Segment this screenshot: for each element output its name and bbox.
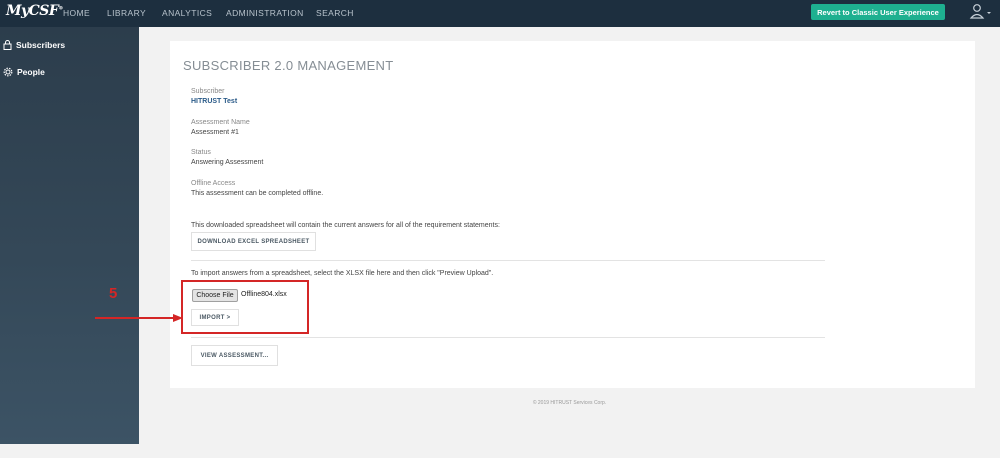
revert-classic-button[interactable]: Revert to Classic User Experience (811, 4, 945, 20)
nav-search[interactable]: SEARCH (316, 8, 354, 18)
annotation-arrow-icon (95, 314, 183, 322)
user-menu[interactable] (969, 3, 993, 21)
download-hint: This downloaded spreadsheet will contain… (191, 222, 500, 229)
sidebar-item-label: People (17, 67, 45, 77)
assessment-name-label: Assessment Name (191, 119, 250, 126)
assessment-name-value: Assessment #1 (191, 129, 239, 136)
view-assessment-button[interactable]: VIEW ASSESSMENT... (191, 345, 278, 366)
subscriber-label: Subscriber (191, 88, 225, 95)
sidebar: Subscribers People (0, 27, 139, 444)
offline-access-label: Offline Access (191, 180, 236, 187)
user-icon (969, 4, 991, 19)
annotation-highlight-box (181, 280, 309, 334)
nav-library[interactable]: LIBRARY (107, 8, 146, 18)
nav-home[interactable]: HOME (63, 8, 90, 18)
chevron-down-icon (987, 12, 991, 14)
divider (191, 260, 825, 261)
import-hint: To import answers from a spreadsheet, se… (191, 270, 494, 277)
mycsf-logo[interactable]: MyCSF® (6, 3, 63, 19)
sidebar-item-people[interactable]: People (3, 67, 45, 77)
top-navbar: MyCSF® HOME LIBRARY ANALYTICS ADMINISTRA… (0, 0, 1000, 27)
nav-administration[interactable]: ADMINISTRATION (226, 8, 304, 18)
sidebar-item-subscribers[interactable]: Subscribers (3, 40, 65, 50)
footer-copyright: © 2019 HITRUST Services Corp. (532, 400, 607, 406)
page-title: SUBSCRIBER 2.0 MANAGEMENT (183, 58, 394, 73)
subscriber-management-card: SUBSCRIBER 2.0 MANAGEMENT Subscriber HIT… (170, 41, 975, 388)
status-label: Status (191, 149, 211, 156)
lock-icon (3, 40, 12, 50)
annotation-step-number: 5 (109, 285, 118, 302)
divider (191, 337, 825, 338)
gear-icon (3, 67, 13, 77)
download-excel-button[interactable]: DOWNLOAD EXCEL SPREADSHEET (191, 232, 316, 251)
status-value: Answering Assessment (191, 159, 264, 166)
offline-access-value: This assessment can be completed offline… (191, 190, 324, 197)
nav-analytics[interactable]: ANALYTICS (162, 8, 212, 18)
sidebar-item-label: Subscribers (16, 40, 66, 50)
subscriber-value[interactable]: HITRUST Test (191, 98, 237, 105)
